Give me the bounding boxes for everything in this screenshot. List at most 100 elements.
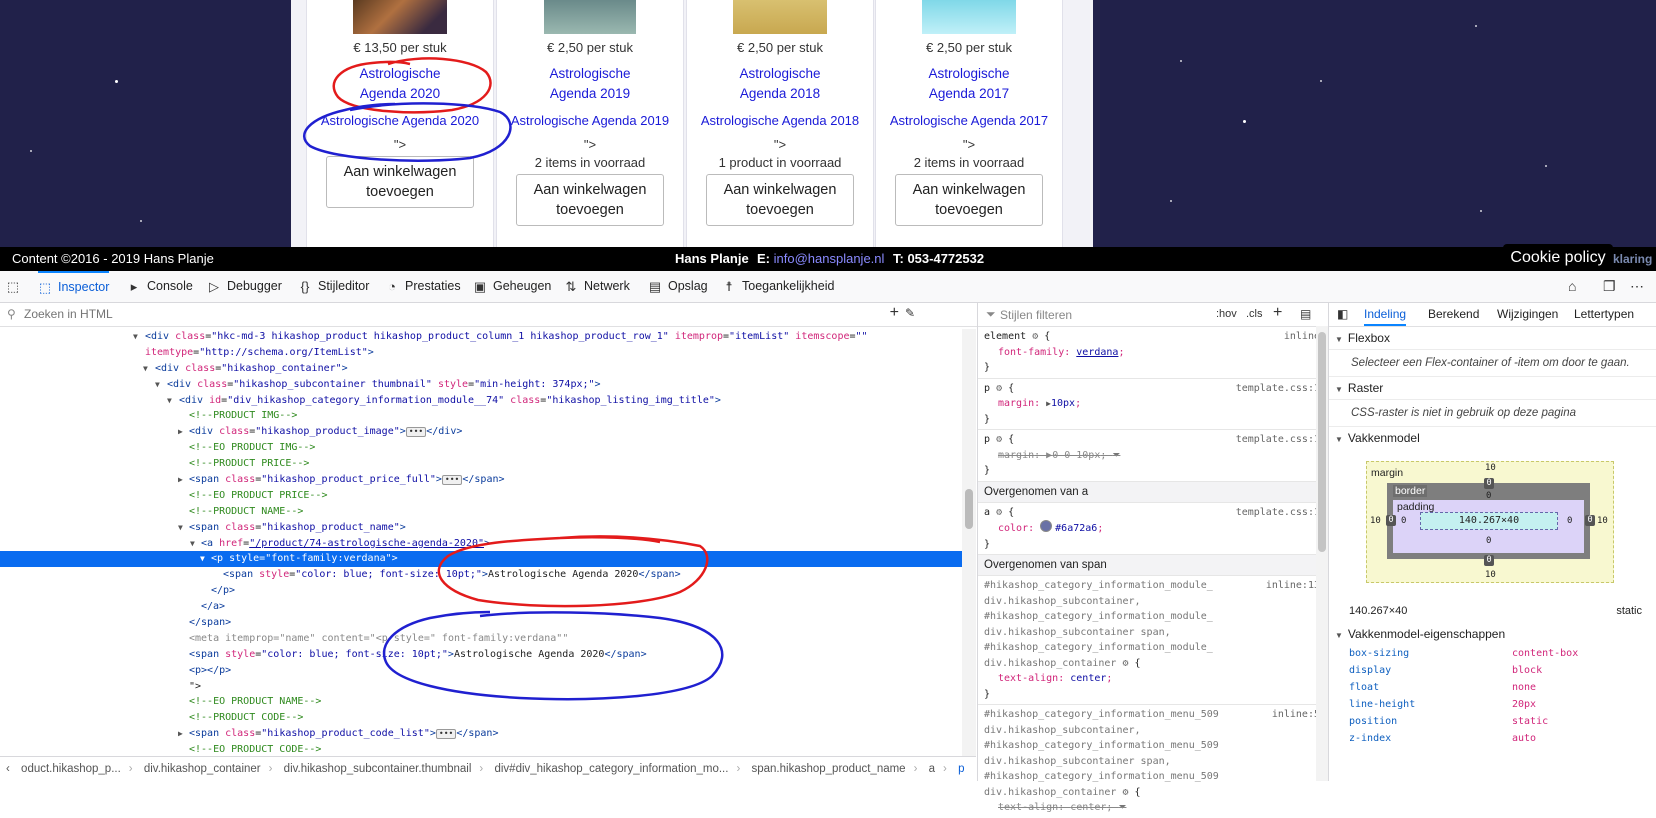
eyedropper-icon[interactable]: ✎ [905,306,915,320]
gear-icon[interactable]: ⚙ [996,507,1002,518]
expand-arrow-icon[interactable]: ▶ [178,726,183,742]
gear-icon[interactable]: ⚙ [996,383,1002,394]
tree-comment[interactable]: <!--PRODUCT NAME--> [0,504,962,520]
tab-network[interactable]: ⇅Netwerk [564,271,630,302]
tree-comment[interactable]: <!--PRODUCT CODE--> [0,710,962,726]
product-name-link[interactable]: Astrologische Agenda 2018 [687,64,873,104]
padding-top-value[interactable]: 0 [1486,491,1491,501]
html-search-input[interactable] [22,306,906,322]
gear-icon[interactable]: ⚙ [1122,658,1128,669]
tree-node[interactable]: ▶<span class="hikashop_product_code_list… [0,726,962,742]
tree-node[interactable]: </p> [0,583,962,599]
element-picker-icon[interactable]: ⬚ [6,271,20,302]
filter-icon[interactable]: ⏷ [1112,450,1120,461]
flexbox-section-header[interactable]: ▼Flexbox [1329,327,1656,350]
grid-section-header[interactable]: ▼Raster [1329,377,1656,400]
tree-node[interactable]: </span> [0,615,962,631]
expand-arrow-icon[interactable]: ▼ [133,329,138,345]
tree-node[interactable]: ▼<div class="hkc-md-3 hikashop_product h… [0,329,962,345]
tree-node[interactable]: ▶<div class="hikashop_product_image">•••… [0,424,962,440]
css-value[interactable]: center [1070,673,1106,684]
rules-scrollbar[interactable] [1316,326,1328,781]
rule-source[interactable]: inline:13 [1266,578,1320,594]
rule-source[interactable]: template.css:1 [1236,381,1320,397]
add-to-cart-button[interactable]: Aan winkelwagen toevoegen [326,156,474,208]
product-name-text[interactable]: Astrologische Agenda 2019 [497,113,683,128]
scrollbar-thumb[interactable] [965,489,973,529]
expand-arrow-icon[interactable]: ▼ [155,377,160,393]
attr-value[interactable]: "/product/74-astrologische-agenda-2020" [249,538,484,549]
expand-arrow-icon[interactable]: ▼ [167,393,172,409]
css-value[interactable]: verdana [1076,347,1118,358]
breadcrumb-item[interactable]: div#div_hikashop_category_information_mo… [494,763,728,775]
add-to-cart-button[interactable]: Aan winkelwagen toevoegen [516,174,664,226]
sidebar-toggle-icon[interactable]: ◧ [1337,303,1348,326]
product-image[interactable] [544,0,636,34]
tab-accessibility[interactable]: ☨Toegankelijkheid [722,271,834,302]
breadcrumb-item[interactable]: a [929,763,935,775]
border-left-value[interactable]: 0 [1386,515,1396,526]
more-options-icon[interactable]: ⋯ [1630,271,1644,302]
border-bottom-value[interactable]: 0 [1484,555,1494,566]
product-name-link[interactable]: Astrologische Agenda 2019 [497,64,683,104]
breadcrumb-scroll-left-icon[interactable]: ‹ [6,763,10,775]
rule-source[interactable]: template.css:1 [1236,505,1320,521]
expand-arrow-icon[interactable]: ▼ [200,551,205,567]
product-name-link[interactable]: Astrologische Agenda 2017 [876,64,1062,104]
add-to-cart-button[interactable]: Aan winkelwagen toevoegen [706,174,854,226]
tab-storage[interactable]: ▤Opslag [648,271,708,302]
css-value[interactable]: 0 0 10px [1052,450,1100,461]
tab-performance[interactable]: ◔Prestaties [385,271,461,302]
print-media-icon[interactable]: ▤ [1300,307,1311,321]
add-rule-icon[interactable]: + [1273,304,1282,322]
tree-node[interactable]: </a> [0,599,962,615]
product-name-text[interactable]: Astrologische Agenda 2018 [687,113,873,128]
add-to-cart-button[interactable]: Aan winkelwagen toevoegen [895,174,1043,226]
border-right-value[interactable]: 0 [1585,515,1595,526]
tree-node[interactable]: itemtype="http://schema.org/ItemList"> [0,345,962,361]
css-value[interactable]: #6a72a6 [1055,523,1097,534]
tree-node[interactable]: <span style="color: blue; font-size: 10p… [0,647,962,663]
product-image[interactable] [733,0,827,34]
tab-fonts[interactable]: Lettertypen [1574,303,1634,326]
breadcrumb-item[interactable]: p [958,763,964,775]
css-property[interactable]: margin [998,450,1034,461]
collapse-arrow-icon[interactable]: ▼ [1335,385,1343,394]
css-property[interactable]: text-align [998,673,1058,684]
expand-arrow-icon[interactable]: ▶ [178,424,183,440]
dock-icon[interactable]: ❐ [1603,271,1616,302]
product-image[interactable] [353,0,447,34]
tab-debugger[interactable]: ▷Debugger [207,271,282,302]
expand-arrow-icon[interactable]: ▼ [143,361,148,377]
breadcrumb-item[interactable]: span.hikashop_product_name [752,763,906,775]
collapse-arrow-icon[interactable]: ▼ [1335,631,1343,640]
gear-icon[interactable]: ⚙ [996,434,1002,445]
tab-computed[interactable]: Berekend [1428,303,1479,326]
tree-node[interactable]: ▼<div class="hikashop_container"> [0,361,962,377]
product-image[interactable] [922,0,1016,34]
tree-comment[interactable]: <!--EO PRODUCT PRICE--> [0,488,962,504]
tree-node[interactable]: ▼<div class="hikashop_subcontainer thumb… [0,377,962,393]
boxmodel-section-header[interactable]: ▼Vakkenmodel [1329,427,1656,449]
breadcrumb-item[interactable]: div.hikashop_subcontainer.thumbnail [284,763,472,775]
border-top-value[interactable]: 0 [1484,478,1494,489]
tree-node[interactable]: <p></p> [0,663,962,679]
breadcrumb-item[interactable]: div.hikashop_container [144,763,261,775]
styles-filter-input[interactable]: Stijlen filteren [1000,308,1072,322]
tree-text-node[interactable]: "> [0,679,962,695]
expand-arrow-icon[interactable]: ▶ [178,472,183,488]
add-node-icon[interactable]: + [890,304,899,322]
markup-scrollbar[interactable] [962,329,976,756]
tree-comment[interactable]: <!--EO PRODUCT CODE--> [0,742,962,756]
tree-comment[interactable]: <!--EO PRODUCT NAME--> [0,694,962,710]
tree-node[interactable]: <span style="color: blue; font-size: 10p… [0,567,962,583]
rule-source[interactable]: inline [1284,329,1320,345]
css-property[interactable]: text-align [998,802,1058,813]
css-value[interactable]: center [1070,802,1106,813]
gear-icon[interactable]: ⚙ [1122,787,1128,798]
expand-arrow-icon[interactable]: ▼ [178,520,183,536]
rule-source[interactable]: inline:5 [1272,707,1320,723]
tab-console[interactable]: ▸Console [127,271,193,302]
product-name-text[interactable]: Astrologische Agenda 2020 [307,113,493,128]
padding-bottom-value[interactable]: 0 [1486,536,1491,546]
